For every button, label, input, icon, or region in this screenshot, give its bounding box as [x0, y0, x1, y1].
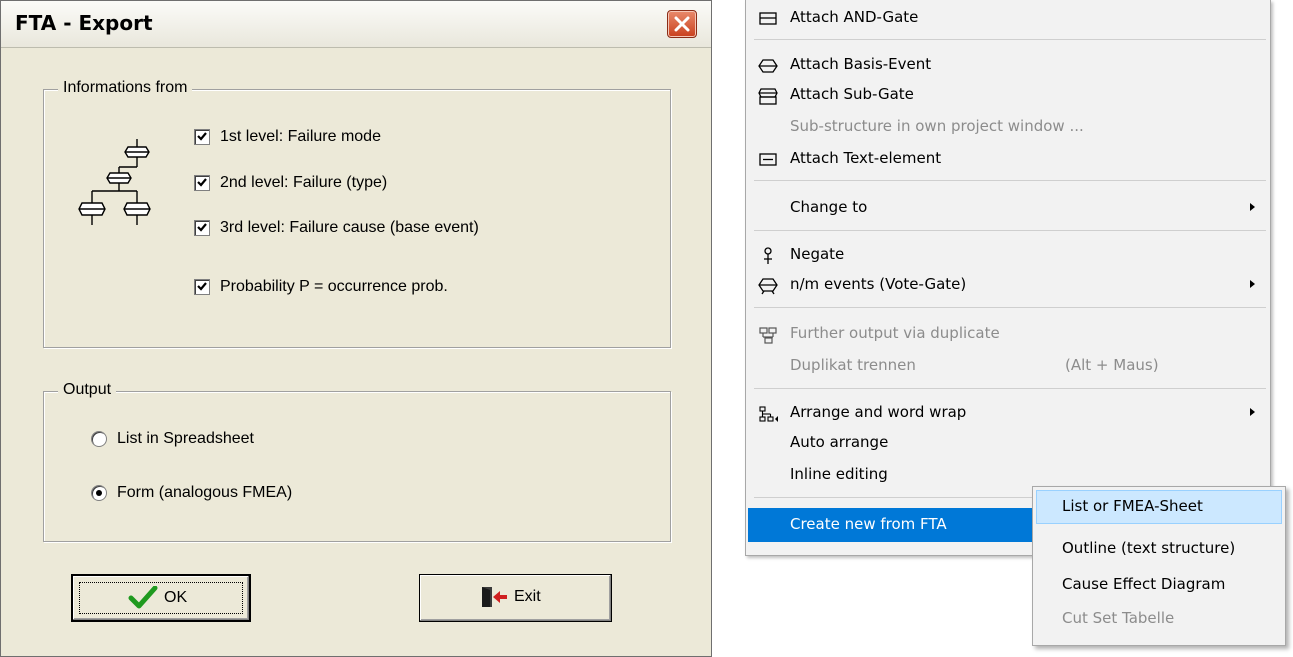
menu-item-label: Attach Text-element [790, 149, 942, 167]
arrange-icon [759, 406, 778, 422]
menu-item-negate[interactable]: Negate [748, 240, 1268, 270]
basis-event-icon [758, 59, 778, 73]
create-new-submenu: List or FMEA-Sheet Outline (text structu… [1032, 486, 1286, 646]
sub-gate-icon [758, 88, 778, 105]
menu-item-duplikat-trennen[interactable]: Duplikat trennen (Alt + Maus) [748, 351, 1268, 381]
submenu-item-label: Cause Effect Diagram [1062, 575, 1226, 593]
menu-separator [754, 388, 1266, 389]
submenu-item-label: Cut Set Tabelle [1062, 609, 1175, 627]
exit-label: Exit [514, 588, 541, 605]
menu-item-label: Negate [790, 245, 845, 263]
menu-item-change-to[interactable]: Change to [748, 193, 1268, 223]
menu-item-shortcut: (Alt + Maus) [1065, 356, 1159, 374]
radio-selected-dot [96, 490, 102, 496]
submenu-item-label: Outline (text structure) [1062, 539, 1236, 557]
menu-item-label: Change to [790, 198, 868, 216]
menu-item-label: Inline editing [790, 465, 888, 483]
menu-item-arrange-word-wrap[interactable]: Arrange and word wrap [748, 398, 1268, 428]
form-label: Form (analogous FMEA) [117, 484, 293, 501]
fault-tree-icon [78, 139, 151, 225]
duplicate-icon [759, 327, 777, 344]
level3-checkbox[interactable] [194, 220, 210, 236]
menu-item-attach-basis-event[interactable]: Attach Basis-Event [748, 50, 1268, 80]
menu-item-label: Attach Sub-Gate [790, 85, 914, 103]
probability-checkbox[interactable] [194, 279, 210, 295]
menu-separator [754, 307, 1266, 308]
submenu-arrow-icon [1250, 408, 1255, 416]
checkmark-icon [197, 132, 207, 141]
output-groupbox: Output [43, 381, 671, 542]
menu-item-attach-and-gate[interactable]: Attach AND-Gate [748, 3, 1268, 33]
submenu-arrow-icon [1250, 280, 1255, 288]
vote-gate-icon [758, 278, 778, 295]
spreadsheet-label: List in Spreadsheet [117, 430, 254, 447]
exit-button[interactable]: Exit [419, 574, 612, 622]
close-icon [674, 16, 690, 32]
level3-label: 3rd level: Failure cause (base event) [220, 219, 479, 236]
exit-door-icon [482, 587, 507, 607]
level2-checkbox[interactable] [194, 175, 210, 191]
menu-item-label: Sub-structure in own project window ... [790, 117, 1084, 135]
menu-item-label: Arrange and word wrap [790, 403, 967, 421]
level1-checkbox[interactable] [194, 129, 210, 145]
submenu-item-cut-set-tabelle[interactable]: Cut Set Tabelle [1036, 602, 1282, 636]
menu-separator [754, 230, 1266, 231]
ok-label: OK [164, 589, 188, 606]
menu-item-label: Attach AND-Gate [790, 8, 919, 26]
submenu-item-list-fmea-sheet[interactable]: List or FMEA-Sheet [1036, 490, 1282, 524]
checkmark-icon [128, 586, 158, 609]
negate-icon [764, 247, 772, 264]
level2-label: 2nd level: Failure (type) [220, 174, 388, 191]
menu-item-sub-structure[interactable]: Sub-structure in own project window ... [748, 112, 1268, 142]
and-gate-icon [759, 12, 777, 25]
menu-item-further-output[interactable]: Further output via duplicate [748, 319, 1268, 349]
menu-item-attach-sub-gate[interactable]: Attach Sub-Gate [748, 80, 1268, 110]
output-group-legend: Output [58, 381, 117, 399]
menu-item-label: Duplikat trennen [790, 356, 916, 374]
menu-item-attach-text-element[interactable]: Attach Text-element [748, 144, 1268, 174]
submenu-item-label: List or FMEA-Sheet [1062, 497, 1203, 515]
form-radio[interactable] [91, 485, 107, 501]
menu-separator [754, 39, 1266, 40]
focus-rect [79, 582, 243, 614]
probability-label: Probability P = occurrence prob. [220, 278, 448, 295]
menu-item-auto-arrange[interactable]: Auto arrange [748, 428, 1268, 458]
menu-item-label: Create new from FTA [790, 515, 947, 533]
fta-export-dialog: FTA - Export Informations from 1st level… [0, 0, 712, 657]
title-bar[interactable]: FTA - Export [1, 1, 711, 48]
menu-separator [754, 180, 1266, 181]
level1-label: 1st level: Failure mode [220, 128, 381, 145]
menu-item-label: n/m events (Vote-Gate) [790, 275, 967, 293]
menu-item-label: Auto arrange [790, 433, 889, 451]
menu-item-vote-gate[interactable]: n/m events (Vote-Gate) [748, 270, 1268, 300]
dialog-title: FTA - Export [15, 11, 153, 35]
checkmark-icon [197, 178, 207, 187]
ok-button[interactable]: OK [71, 574, 251, 622]
submenu-item-outline[interactable]: Outline (text structure) [1036, 532, 1282, 566]
info-group-legend: Informations from [58, 79, 193, 97]
submenu-item-cause-effect-diagram[interactable]: Cause Effect Diagram [1036, 568, 1282, 602]
menu-item-label: Further output via duplicate [790, 324, 1000, 342]
checkmark-icon [197, 282, 207, 291]
text-element-icon [759, 153, 777, 166]
menu-item-label: Attach Basis-Event [790, 55, 932, 73]
spreadsheet-radio[interactable] [91, 431, 107, 447]
submenu-arrow-icon [1250, 203, 1255, 211]
checkmark-icon [197, 223, 207, 232]
context-menu: Attach AND-Gate Attach Basis-Event Attac… [745, 0, 1271, 556]
close-button[interactable] [667, 10, 697, 38]
